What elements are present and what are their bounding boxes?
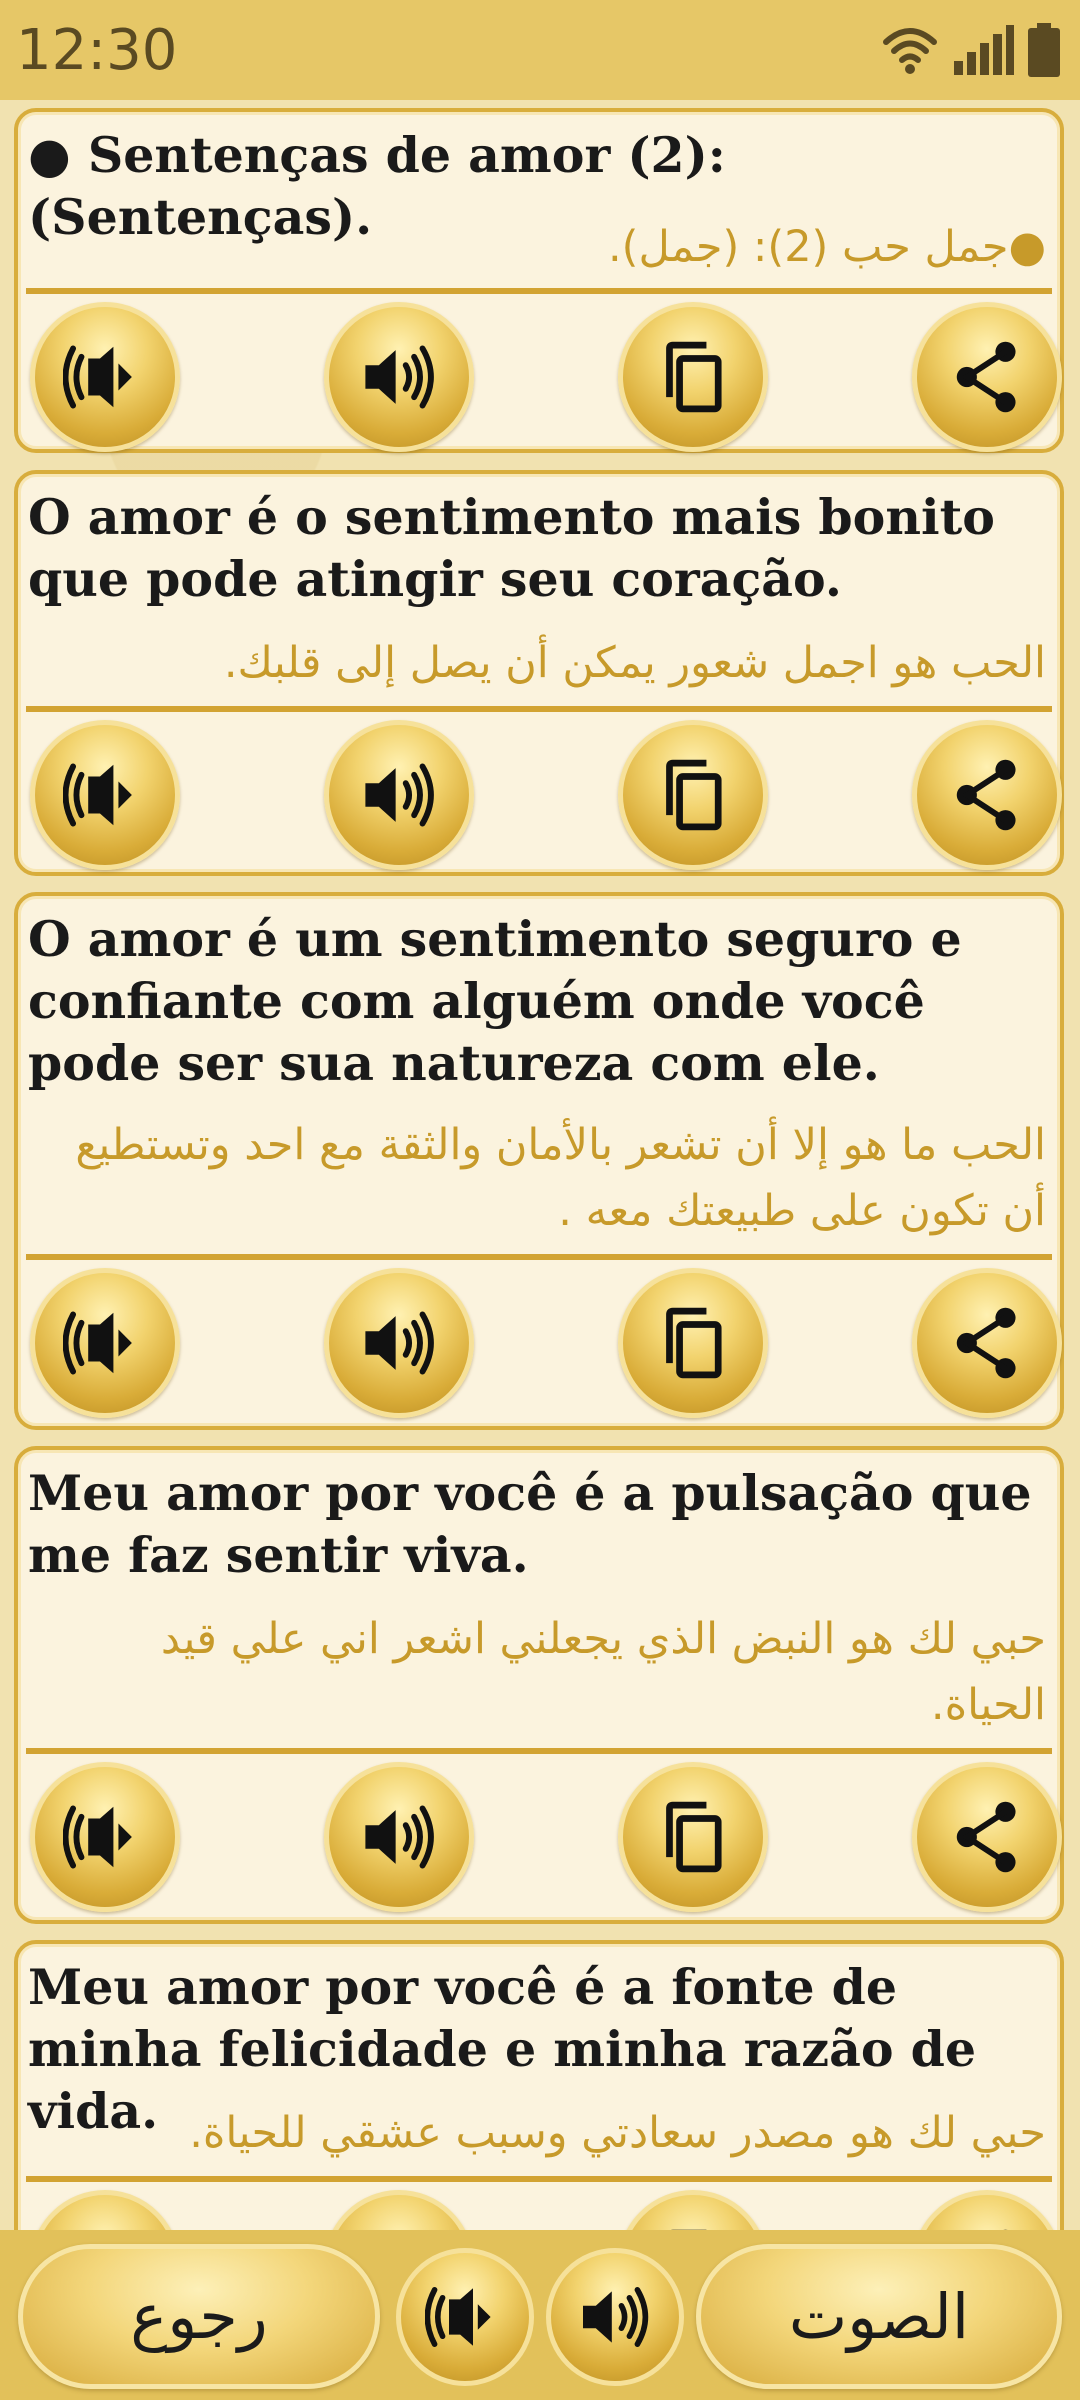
action-row — [18, 1268, 1062, 1418]
share-button[interactable] — [912, 1268, 1062, 1418]
share-icon — [945, 335, 1029, 419]
sentence-card: ● Sentenças de amor (2): (Sentenças). ●ج… — [14, 108, 1064, 453]
copy-button[interactable] — [618, 2190, 768, 2230]
copy-icon — [651, 335, 735, 419]
battery-icon — [1028, 23, 1060, 77]
signal-icon — [954, 25, 1014, 75]
slow-speaker-icon — [63, 1301, 147, 1385]
copy-button[interactable] — [618, 302, 768, 452]
arabic-text: حبي لك هو النبض الذي يجعلني اشعر اني علي… — [160, 1614, 1046, 1730]
arabic-text: حبي لك هو مصدر سعادتي وسبب عشقي للحياة. — [189, 2108, 1046, 2158]
arabic-text: الحب ما هو إلا أن تشعر بالأمان والثقة مع… — [75, 1120, 1046, 1236]
sound-button-label: الصوت — [788, 2280, 970, 2353]
divider — [26, 706, 1052, 712]
slow-speaker-icon — [63, 1795, 147, 1879]
slow-speak-all-button[interactable] — [396, 2248, 534, 2386]
copy-icon — [651, 1301, 735, 1385]
speaker-icon — [357, 2223, 441, 2230]
sentence-card: Meu amor por você é a fonte de minha fel… — [14, 1940, 1064, 2230]
arabic-text: الحب هو اجمل شعور يمكن أن يصل إلى قلبك. — [223, 638, 1046, 688]
action-row — [18, 720, 1062, 870]
copy-button[interactable] — [618, 720, 768, 870]
share-button[interactable] — [912, 302, 1062, 452]
copy-button[interactable] — [618, 1762, 768, 1912]
portuguese-text: O amor é o sentimento mais bonito que po… — [28, 488, 995, 608]
arabic-text: ●جمل حب (2): (جمل). — [608, 222, 1046, 272]
back-button-label: رجوع — [130, 2280, 268, 2353]
speak-button[interactable] — [324, 1762, 474, 1912]
share-icon — [945, 1795, 1029, 1879]
copy-icon — [651, 753, 735, 837]
speak-button[interactable] — [324, 302, 474, 452]
portuguese-text: Meu amor por você é a pulsação que me fa… — [28, 1464, 1032, 1584]
divider — [26, 1254, 1052, 1260]
action-row — [18, 302, 1062, 452]
copy-icon — [651, 1795, 735, 1879]
share-button[interactable] — [912, 720, 1062, 870]
slow-speaker-icon — [63, 335, 147, 419]
speaker-icon — [575, 2277, 655, 2357]
slow-speak-button[interactable] — [30, 2190, 180, 2230]
slow-speak-button[interactable] — [30, 1762, 180, 1912]
action-row — [18, 2190, 1062, 2230]
speaker-icon — [357, 1301, 441, 1385]
slow-speak-button[interactable] — [30, 720, 180, 870]
sound-button[interactable]: الصوت — [696, 2244, 1062, 2389]
divider — [26, 1748, 1052, 1754]
copy-icon — [651, 2223, 735, 2230]
status-icons — [882, 23, 1060, 77]
action-row — [18, 1762, 1062, 1912]
share-button[interactable] — [912, 2190, 1062, 2230]
sentence-card: O amor é um sentimento seguro e confiant… — [14, 892, 1064, 1430]
wifi-icon — [883, 28, 937, 74]
sentence-card: Meu amor por você é a pulsação que me fa… — [14, 1446, 1064, 1924]
slow-speaker-icon — [425, 2277, 505, 2357]
speaker-icon — [357, 753, 441, 837]
divider — [26, 288, 1052, 294]
copy-button[interactable] — [618, 1268, 768, 1418]
share-icon — [945, 2223, 1029, 2230]
share-icon — [945, 1301, 1029, 1385]
status-bar: 12:30 — [0, 0, 1080, 100]
speak-all-button[interactable] — [546, 2248, 684, 2386]
slow-speaker-icon — [63, 2223, 147, 2230]
status-time: 12:30 — [16, 17, 178, 83]
sentence-card: O amor é o sentimento mais bonito que po… — [14, 470, 1064, 876]
share-button[interactable] — [912, 1762, 1062, 1912]
speak-button[interactable] — [324, 720, 474, 870]
back-button[interactable]: رجوع — [18, 2244, 380, 2389]
slow-speak-button[interactable] — [30, 302, 180, 452]
slow-speaker-icon — [63, 753, 147, 837]
speaker-icon — [357, 1795, 441, 1879]
bottom-bar: رجوع الصوت — [0, 2230, 1080, 2400]
divider — [26, 2176, 1052, 2182]
speak-button[interactable] — [324, 2190, 474, 2230]
portuguese-text: O amor é um sentimento seguro e confiant… — [28, 910, 962, 1092]
share-icon — [945, 753, 1029, 837]
slow-speak-button[interactable] — [30, 1268, 180, 1418]
speaker-icon — [357, 335, 441, 419]
sentence-list[interactable]: ● Sentenças de amor (2): (Sentenças). ●ج… — [0, 100, 1080, 2230]
speak-button[interactable] — [324, 1268, 474, 1418]
